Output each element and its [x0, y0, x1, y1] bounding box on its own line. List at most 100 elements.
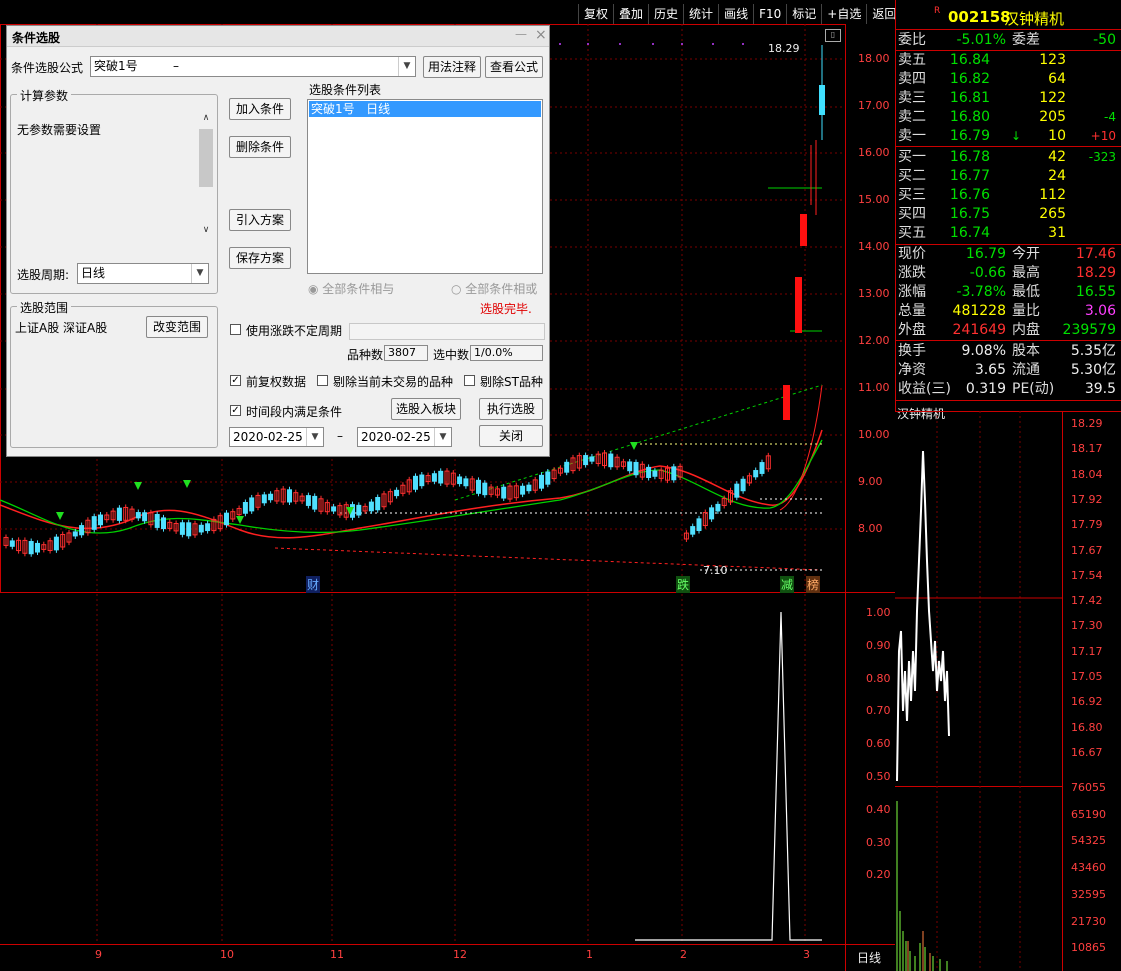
params-scrollbar[interactable]: ∧ ∨ [199, 113, 213, 241]
chevron-down-icon[interactable]: ▼ [398, 57, 415, 76]
axis-tick: 11.00 [858, 381, 890, 394]
bid-row[interactable]: 买五 16.74 31 [898, 224, 1118, 243]
radio-or[interactable]: ○ 全部条件相或 [451, 280, 537, 297]
stat-row: 总量 481228 量比 3.06 [898, 302, 1120, 321]
stat-value: 16.55 [1075, 284, 1116, 300]
params-group-title: 计算参数 [17, 87, 72, 104]
level-change: +10 [1090, 129, 1116, 143]
date-from-value: 2020-02-25 [233, 430, 303, 444]
ask-row[interactable]: 卖五 16.84 123 [898, 51, 1118, 70]
stat-value: 17.46 [1075, 246, 1116, 262]
axis-tick: 17.30 [1071, 619, 1103, 633]
change-range-button[interactable]: 改变范围 [146, 316, 208, 338]
stat-value: 3.06 [1084, 303, 1116, 319]
scroll-down-icon[interactable]: ∨ [199, 225, 213, 235]
axis-tick: 0.60 [866, 737, 891, 751]
timerange-checkbox[interactable]: ✓ [230, 405, 241, 416]
exclude-untraded-checkbox[interactable] [317, 375, 328, 386]
axis-tick: 16.92 [1071, 695, 1103, 709]
axis-tick: 8.00 [858, 522, 883, 535]
axis-tick: 54325 [1071, 834, 1106, 848]
ask-row[interactable]: 卖四 16.82 64 [898, 70, 1118, 89]
level-volume: 112 [1039, 187, 1066, 203]
params-text: 无参数需要设置 [17, 123, 102, 137]
stat-label: 外盘 [898, 322, 926, 338]
axis-tick: 21730 [1071, 914, 1106, 928]
close-icon[interactable]: × [535, 27, 547, 43]
selected-value: 1/0.0% [470, 345, 543, 361]
chevron-down-icon[interactable]: ▼ [434, 428, 451, 446]
axis-tick: 17.54 [1071, 568, 1103, 582]
to-block-button[interactable]: 选股入板块 [391, 398, 461, 420]
stat-label: 涨跌 [898, 265, 926, 281]
uncertain-period-checkbox[interactable] [230, 324, 241, 335]
level-price: 16.81 [949, 90, 990, 106]
save-plan-button[interactable]: 保存方案 [229, 247, 291, 269]
month-tick: 11 [330, 948, 344, 961]
formula-select[interactable]: 突破1号 – ▼ [90, 56, 416, 77]
bid-row[interactable]: 买二 16.77 24 [898, 167, 1118, 186]
adjust-label: 前复权数据 [246, 375, 307, 389]
axis-tick: 14.00 [858, 240, 890, 253]
period-label[interactable]: 日线 [857, 949, 881, 966]
delete-condition-button[interactable]: 删除条件 [229, 136, 291, 158]
bid-row[interactable]: 买三 16.76 112 [898, 186, 1118, 205]
bid-row[interactable]: 买四 16.75 265 [898, 205, 1118, 224]
stock-code: 002158 [948, 8, 1011, 26]
date-from-field[interactable]: 2020-02-25 ▼ [229, 427, 324, 447]
import-plan-button[interactable]: 引入方案 [229, 209, 291, 231]
axis-tick: 10.00 [858, 428, 890, 441]
condition-list[interactable]: 突破1号 日线 [307, 99, 543, 274]
stat-label: 内盘 [1012, 322, 1040, 338]
axis-tick: 1.00 [866, 606, 891, 619]
marker-drop[interactable]: 跌 [676, 576, 691, 593]
scroll-up-icon[interactable]: ∧ [199, 113, 213, 123]
dialog-titlebar[interactable]: 条件选股 — × [7, 26, 549, 47]
axis-tick: 16.80 [1071, 720, 1103, 734]
chevron-down-icon[interactable]: ▼ [191, 264, 208, 283]
axis-tick: 32595 [1071, 887, 1106, 901]
marker-reduce[interactable]: 减 [780, 576, 795, 593]
month-tick: 10 [220, 948, 234, 961]
stat-row: 涨幅 -3.78% 最低 16.55 [898, 283, 1120, 302]
minimize-icon[interactable]: — [515, 27, 527, 41]
stock-flag: R [934, 6, 941, 16]
view-formula-button[interactable]: 查看公式 [485, 56, 543, 78]
condition-list-item[interactable]: 突破1号 日线 [309, 101, 541, 117]
radio-and[interactable]: ◉ 全部条件相与 [308, 280, 394, 297]
marker-list[interactable]: 榜 [806, 576, 821, 593]
level-volume: 265 [1039, 206, 1066, 222]
ask-row[interactable]: 卖二 16.80 205 -4 [898, 108, 1118, 127]
ask-row[interactable]: 卖一 16.79 ↓ 10 +10 [898, 127, 1118, 146]
scroll-thumb[interactable] [199, 129, 213, 187]
stat-row: 收益(三) 0.319 PE(动) 39.5 [898, 380, 1120, 399]
exclude-st-checkbox[interactable] [464, 375, 475, 386]
axis-tick: 18.29 [1071, 417, 1103, 430]
run-select-button[interactable]: 执行选股 [479, 398, 543, 420]
usage-button[interactable]: 用法注释 [423, 56, 481, 78]
radio-or-label: 全部条件相或 [465, 282, 538, 296]
period-select[interactable]: 日线 ▼ [77, 263, 209, 284]
axis-tick: 17.17 [1071, 644, 1103, 658]
stat-label: 流通 [1012, 362, 1040, 378]
add-condition-button[interactable]: 加入条件 [229, 98, 291, 120]
bid-row[interactable]: 买一 16.78 42 -323 [898, 148, 1118, 167]
close-button[interactable]: 关闭 [479, 425, 543, 447]
level-volume: 64 [1048, 71, 1066, 87]
adjust-checkbox[interactable]: ✓ [230, 375, 241, 386]
level-price: 16.79 [949, 128, 990, 144]
range-group: 选股范围 上证A股 深证A股 改变范围 [10, 299, 218, 448]
level-volume: 31 [1048, 225, 1066, 241]
stat-label: 现价 [898, 246, 926, 262]
chart-option-icon[interactable]: ▯ [825, 29, 841, 42]
stat-row: 净资 3.65 流通 5.30亿 [898, 361, 1120, 380]
ask-row[interactable]: 卖三 16.81 122 [898, 89, 1118, 108]
count-value: 3807 [384, 345, 428, 361]
uncertain-period-label: 使用涨跌不定周期 [246, 324, 343, 338]
chevron-down-icon[interactable]: ▼ [306, 428, 323, 446]
signal-arrow-icon [134, 482, 142, 490]
date-to-field[interactable]: 2020-02-25 ▼ [357, 427, 452, 447]
marker-finance[interactable]: 财 [306, 576, 321, 593]
axis-tick: 16.67 [1071, 745, 1103, 759]
stat-value: 39.5 [1084, 381, 1116, 397]
